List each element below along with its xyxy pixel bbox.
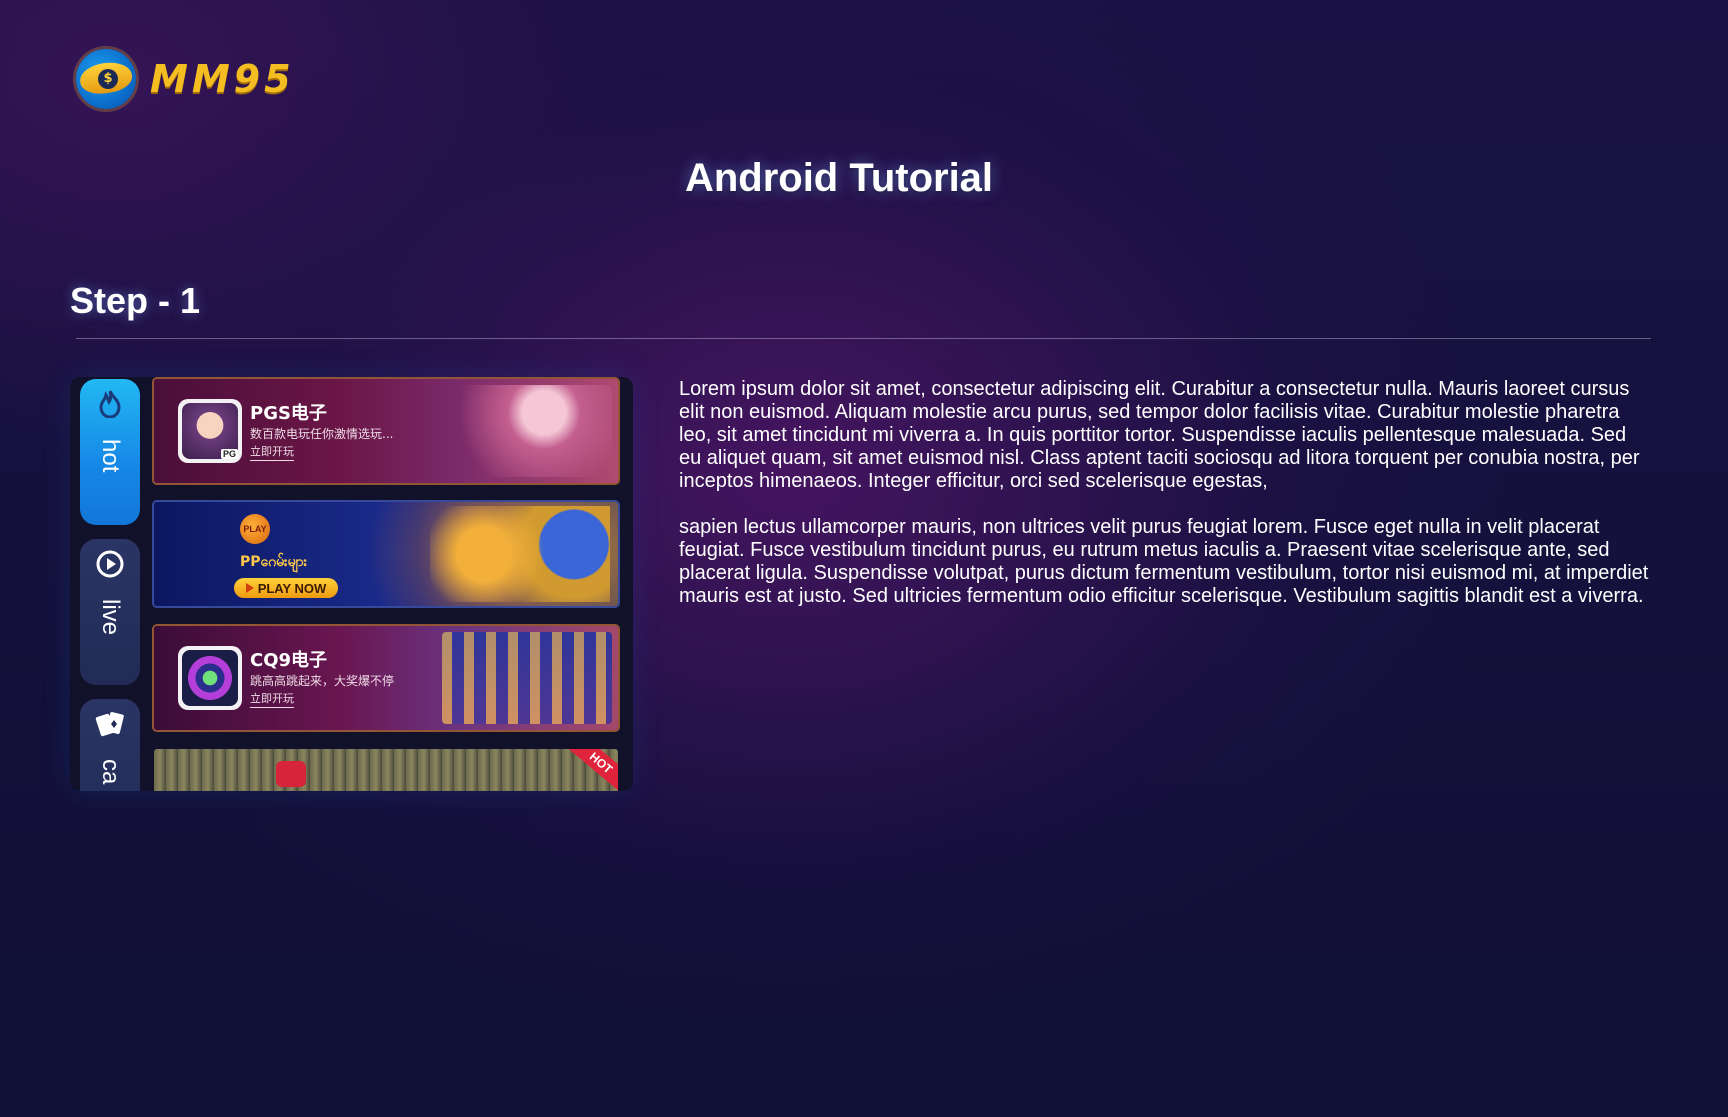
banner-pg-cta[interactable]: 立即开玩	[250, 443, 294, 461]
banner-cq9[interactable]: CQ9电子 跳高高跳起来，大奖爆不停 立即开玩	[154, 626, 618, 730]
brand-name: MM95	[150, 57, 295, 101]
page-title: Android Tutorial	[684, 156, 994, 200]
banner-cq9-cta[interactable]: 立即开玩	[250, 690, 294, 708]
play-now-button[interactable]: PLAY NOW	[234, 578, 338, 598]
banner-cq9-artwork	[442, 632, 612, 724]
banner-sport[interactable]: HOT	[154, 749, 618, 791]
step-title: Step - 1	[70, 280, 201, 321]
dollar-coin-icon: $	[98, 69, 118, 89]
play-triangle-icon	[245, 583, 254, 593]
tab-hot[interactable]: hot	[80, 379, 140, 525]
step-divider	[76, 338, 1651, 339]
category-tabs: hot live ca	[80, 377, 140, 791]
banner-pp[interactable]: PLAY PPဂေမ်းများ PLAY NOW	[154, 502, 618, 606]
tab-cards-label: ca	[97, 759, 124, 785]
banner-pg[interactable]: PG PGS电子 数百款电玩任你激情选玩... 立即开玩	[154, 379, 618, 483]
play-circle-icon	[80, 547, 140, 581]
pg-game-thumbnail: PG	[178, 399, 242, 463]
tab-cards[interactable]: ca	[80, 699, 140, 791]
cq9-thumbnail-art	[182, 650, 238, 706]
banner-cq9-subtitle: 跳高高跳起来，大奖爆不停	[250, 674, 395, 688]
banner-pg-artwork	[442, 385, 612, 477]
pg-thumb-tag: PG	[220, 449, 238, 459]
tab-live[interactable]: live	[80, 539, 140, 685]
cq9-game-thumbnail	[178, 646, 242, 710]
cards-icon	[80, 707, 140, 741]
description-paragraph-2: sapien lectus ullamcorper mauris, non ul…	[679, 516, 1649, 607]
hot-ribbon: HOT	[567, 749, 618, 791]
banner-pg-subtitle: 数百款电玩任你激情选玩...	[250, 427, 394, 441]
pp-play-badge: PLAY	[240, 514, 270, 544]
description-paragraph-1: Lorem ipsum dolor sit amet, consectetur …	[679, 378, 1640, 492]
banner-pp-headline: PPဂေမ်းများ	[240, 554, 308, 570]
tab-live-label: live	[97, 599, 124, 636]
dollar-coin-wings-icon: $	[76, 49, 136, 109]
sport-brand-icon	[276, 761, 306, 787]
play-now-label: PLAY NOW	[257, 580, 327, 596]
brand-logo[interactable]: $ MM95	[76, 47, 295, 111]
app-screenshot: hot live ca PG PGS电子 数百款电玩任你激情选玩... 立即开玩…	[70, 377, 633, 791]
banner-pg-title: PGS电子	[250, 403, 327, 424]
tab-hot-label: hot	[97, 439, 124, 473]
banner-pp-artwork	[430, 506, 610, 602]
flame-icon	[80, 387, 140, 421]
banner-cq9-title: CQ9电子	[250, 650, 328, 671]
step-description: Lorem ipsum dolor sit amet, consectetur …	[679, 378, 1649, 631]
